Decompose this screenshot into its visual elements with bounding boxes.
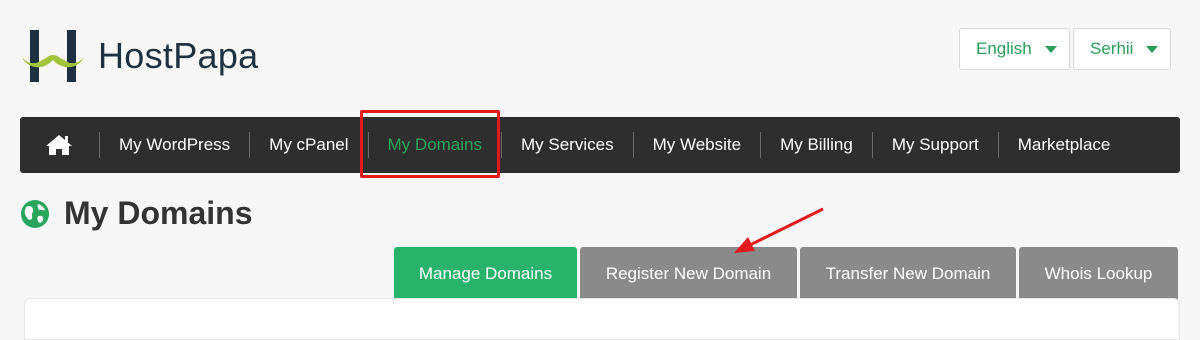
page-title: My Domains [20, 195, 252, 232]
user-dropdown[interactable]: Serhii [1073, 28, 1171, 70]
language-label: English [976, 39, 1032, 58]
tab-manage-domains[interactable]: Manage Domains [394, 247, 577, 300]
nav-item-my-wordpress[interactable]: My WordPress [100, 117, 249, 173]
globe-icon [21, 199, 49, 228]
content-panel [24, 298, 1180, 340]
nav-item-my-cpanel[interactable]: My cPanel [250, 117, 367, 173]
caret-down-icon [1146, 46, 1158, 53]
main-nav: My WordPress My cPanel My Domains My Ser… [20, 117, 1180, 173]
nav-item-my-website[interactable]: My Website [634, 117, 761, 173]
hostpapa-logo[interactable]: HostPapa [20, 30, 259, 82]
nav-home[interactable] [20, 117, 99, 173]
tab-register-new-domain[interactable]: Register New Domain [580, 247, 797, 300]
language-dropdown[interactable]: English [959, 28, 1070, 70]
nav-item-my-billing[interactable]: My Billing [761, 117, 872, 173]
nav-item-my-domains[interactable]: My Domains [369, 117, 501, 173]
nav-item-marketplace[interactable]: Marketplace [999, 117, 1130, 173]
home-icon [46, 135, 72, 155]
tab-transfer-new-domain[interactable]: Transfer New Domain [800, 247, 1016, 300]
tab-whois-lookup[interactable]: Whois Lookup [1019, 247, 1178, 300]
hostpapa-mustache-logo-icon [20, 30, 86, 82]
caret-down-icon [1045, 46, 1057, 53]
brand-name: HostPapa [98, 35, 259, 76]
nav-item-my-support[interactable]: My Support [873, 117, 998, 173]
page-heading: My Domains [64, 195, 253, 231]
user-name: Serhii [1090, 39, 1134, 58]
nav-item-my-services[interactable]: My Services [502, 117, 633, 173]
